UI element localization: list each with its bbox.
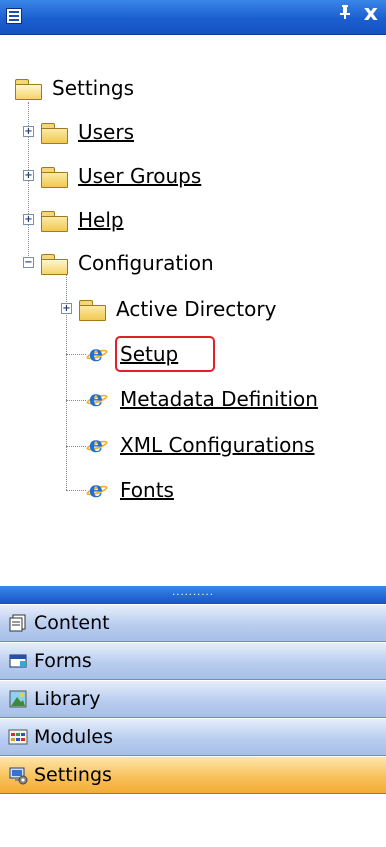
tree-connector (66, 354, 86, 355)
nav-button-label: Forms (34, 650, 92, 672)
folder-icon (78, 298, 106, 321)
expand-user-groups-icon[interactable]: + (23, 170, 34, 181)
tree-item-label[interactable]: XML Configurations (120, 433, 315, 457)
tree-item-configuration[interactable]: Configuration (40, 245, 214, 281)
tree-item-label[interactable]: Fonts (120, 478, 174, 502)
folder-icon (40, 165, 68, 188)
nav-button-label: Content (34, 612, 110, 634)
folder-icon (40, 121, 68, 144)
tree-item-label[interactable]: Help (78, 208, 124, 232)
list-menu-icon[interactable] (6, 8, 22, 24)
nav-button-settings[interactable]: Settings (0, 756, 386, 794)
ie-page-icon: e (85, 388, 109, 410)
nav-button-modules[interactable]: Modules (0, 718, 386, 756)
nav-button-label: Modules (34, 726, 113, 748)
close-icon[interactable]: x (364, 1, 378, 26)
nav-button-content[interactable]: Content (0, 604, 386, 642)
tree-item-users[interactable]: Users (40, 114, 134, 150)
settings-tree: Settings + Users + User Groups + Help − … (0, 34, 386, 554)
ie-page-icon: e (85, 479, 109, 501)
folder-open-icon (40, 252, 68, 275)
panel-titlebar: x (0, 0, 386, 35)
tree-item-label[interactable]: Metadata Definition (120, 387, 318, 411)
ie-page-icon: e (85, 434, 109, 456)
tree-connector (66, 400, 86, 401)
tree-item-active-directory[interactable]: Active Directory (78, 291, 276, 327)
nav-button-label: Library (34, 688, 101, 710)
nav-button-library[interactable]: Library (0, 680, 386, 718)
expand-users-icon[interactable]: + (23, 126, 34, 137)
content-icon (8, 613, 28, 633)
nav-button-forms[interactable]: Forms (0, 642, 386, 680)
tree-item-xml-configurations[interactable]: e XML Configurations (85, 427, 315, 463)
nav-splitter-grip[interactable]: .......... (0, 586, 386, 604)
tree-item-label[interactable]: User Groups (78, 164, 201, 188)
tree-item-label: Active Directory (116, 297, 277, 321)
folder-open-icon (14, 77, 42, 100)
pin-icon[interactable] (338, 4, 352, 25)
tree-item-user-groups[interactable]: User Groups (40, 158, 201, 194)
settings-icon (8, 765, 28, 785)
ie-page-icon: e (85, 343, 109, 365)
tree-item-label: Configuration (78, 251, 214, 275)
library-icon (8, 689, 28, 709)
tree-connector (66, 490, 86, 491)
expand-active-directory-icon[interactable]: + (61, 303, 72, 314)
expand-help-icon[interactable]: + (23, 214, 34, 225)
tree-item-help[interactable]: Help (40, 202, 124, 238)
tree-root-settings[interactable]: Settings (14, 70, 134, 106)
modules-icon (8, 727, 28, 747)
folder-icon (40, 209, 68, 232)
tree-connector (66, 446, 86, 447)
tree-root-label: Settings (52, 76, 135, 100)
collapse-configuration-icon[interactable]: − (23, 257, 34, 268)
tree-item-fonts[interactable]: e Fonts (85, 472, 174, 508)
tree-item-label[interactable]: Users (78, 120, 134, 144)
selection-highlight (115, 336, 215, 372)
pin-icon-glyph (340, 5, 350, 19)
forms-icon (8, 651, 28, 671)
tree-item-metadata-definition[interactable]: e Metadata Definition (85, 381, 318, 417)
nav-button-label: Settings (34, 764, 112, 786)
